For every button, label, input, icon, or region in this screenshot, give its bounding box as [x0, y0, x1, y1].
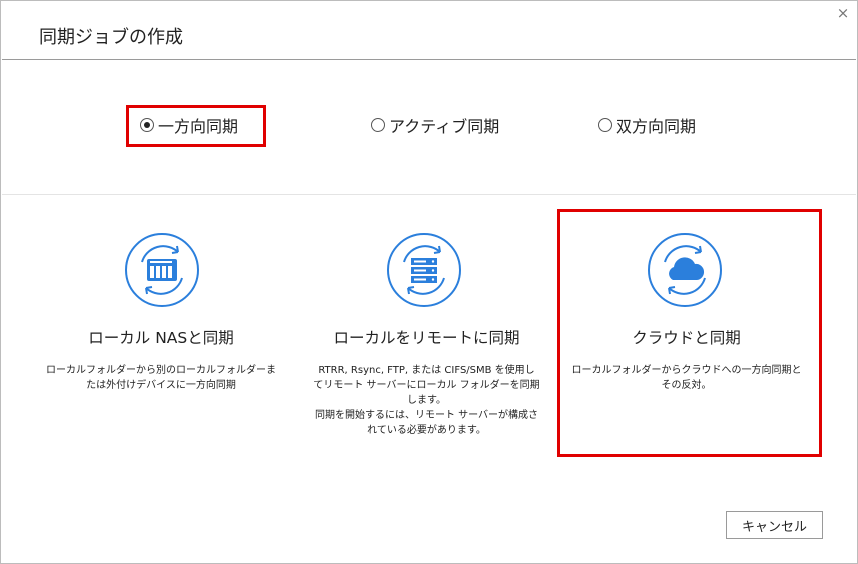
card-description: RTRR, Rsync, FTP, または CIFS/SMB を使用し てリモー…: [313, 365, 540, 436]
radio-button[interactable]: [371, 118, 385, 132]
title-divider: [2, 59, 856, 60]
server-icon: [386, 232, 462, 308]
card-sync-local-nas[interactable]: ローカル NASと同期 ローカルフォルダーから別のローカルフォルダーま たは外付…: [31, 226, 291, 406]
card-title: ローカルをリモートに同期: [333, 329, 520, 347]
radio-button[interactable]: [598, 118, 612, 132]
dialog-title: 同期ジョブの作成: [39, 27, 183, 48]
section-divider: [2, 194, 856, 195]
radio-label: アクティブ同期: [389, 117, 500, 136]
card-description: ローカルフォルダーから別のローカルフォルダーま たは外付けデバイスに一方向同期: [46, 365, 276, 391]
create-sync-job-dialog: 同期ジョブの作成 × 一方向同期 アクティブ同期 双方向同期 ローカル NASと…: [0, 0, 858, 564]
cancel-button[interactable]: キャンセル: [726, 511, 823, 539]
radio-label: 双方向同期: [616, 117, 697, 136]
nas-device-icon: [124, 232, 200, 308]
highlight-box: [557, 209, 822, 457]
card-title: ローカル NASと同期: [88, 329, 234, 347]
close-icon[interactable]: ×: [835, 5, 851, 21]
card-sync-local-to-remote[interactable]: ローカルをリモートに同期 RTRR, Rsync, FTP, または CIFS/…: [294, 226, 559, 446]
highlight-box: [126, 105, 266, 147]
radio-two-way-sync[interactable]: 双方向同期: [598, 113, 696, 137]
radio-active-sync[interactable]: アクティブ同期: [371, 113, 499, 137]
